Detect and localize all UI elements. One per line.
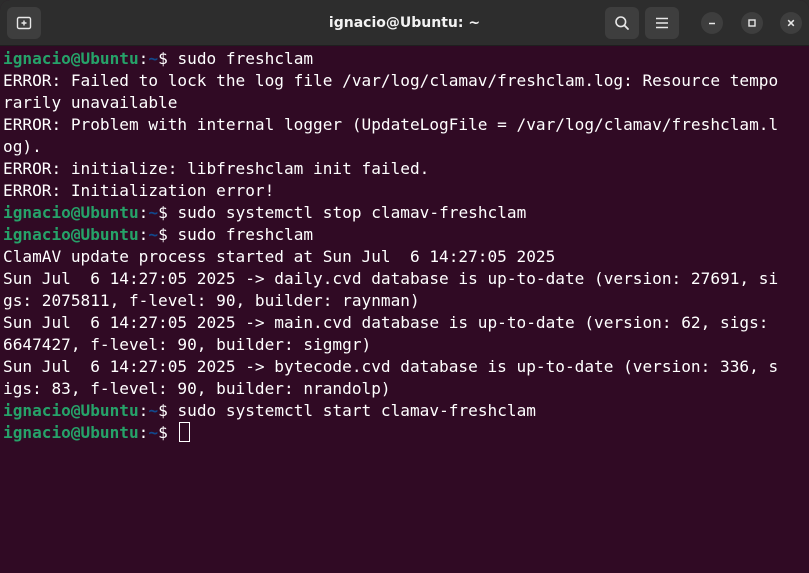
output-line: ClamAV update process started at Sun Jul… (3, 247, 556, 266)
output-line: Sun Jul 6 14:27:05 2025 -> bytecode.cvd … (3, 357, 779, 376)
output-line: igs: 83, f-level: 90, builder: nrandolp) (3, 379, 391, 398)
prompt-path: ~ (148, 203, 159, 222)
prompt-line: ignacio@Ubuntu:~$ (3, 422, 809, 444)
prompt-line: ignacio@Ubuntu:~$ sudo systemctl start c… (3, 400, 809, 422)
prompt-separator: : (138, 203, 149, 222)
prompt-line: ignacio@Ubuntu:~$ sudo freshclam (3, 224, 809, 246)
close-button[interactable] (780, 12, 802, 34)
prompt-symbol: $ (158, 49, 178, 68)
prompt-path: ~ (148, 423, 159, 442)
maximize-icon (747, 18, 757, 28)
new-tab-button[interactable] (7, 7, 41, 39)
terminal-window: ignacio@Ubuntu: ~ ignacio@Ubuntu:~$ sudo… (0, 0, 809, 573)
prompt-user-host: ignacio@Ubuntu (3, 203, 139, 222)
prompt-symbol: $ (158, 203, 178, 222)
text-cursor[interactable] (179, 422, 191, 442)
command-text: sudo freshclam (177, 49, 314, 68)
prompt-path: ~ (148, 401, 159, 420)
output-line: ERROR: Problem with internal logger (Upd… (3, 115, 779, 134)
prompt-user-host: ignacio@Ubuntu (3, 401, 139, 420)
hamburger-menu-icon (655, 17, 669, 29)
terminal-output[interactable]: ignacio@Ubuntu:~$ sudo freshclam ERROR: F… (3, 48, 809, 573)
output-line: rarily unavailable (3, 93, 178, 112)
close-icon (786, 18, 796, 28)
prompt-path: ~ (148, 49, 159, 68)
prompt-line: ignacio@Ubuntu:~$ sudo systemctl stop cl… (3, 202, 809, 224)
window-title: ignacio@Ubuntu: ~ (328, 15, 481, 31)
output-line: Sun Jul 6 14:27:05 2025 -> main.cvd data… (3, 313, 769, 332)
output-line: ERROR: Initialization error! (3, 181, 275, 200)
menu-button[interactable] (645, 7, 679, 39)
new-tab-icon (16, 15, 32, 31)
prompt-separator: : (138, 423, 149, 442)
prompt-line: ignacio@Ubuntu:~$ sudo freshclam (3, 48, 809, 70)
prompt-separator: : (138, 225, 149, 244)
prompt-separator: : (138, 401, 149, 420)
output-line: og). (3, 137, 42, 156)
output-line: gs: 2075811, f-level: 90, builder: raynm… (3, 291, 420, 310)
minimize-icon (707, 18, 717, 28)
search-icon (614, 15, 630, 31)
output-line: Sun Jul 6 14:27:05 2025 -> daily.cvd dat… (3, 269, 779, 288)
prompt-symbol: $ (158, 225, 178, 244)
search-button[interactable] (605, 7, 639, 39)
command-text: sudo systemctl stop clamav-freshclam (177, 203, 527, 222)
maximize-button[interactable] (741, 12, 763, 34)
output-line: ERROR: Failed to lock the log file /var/… (3, 71, 779, 90)
prompt-separator: : (138, 49, 149, 68)
output-line: ERROR: initialize: libfreshclam init fai… (3, 159, 430, 178)
command-text: sudo freshclam (177, 225, 314, 244)
prompt-user-host: ignacio@Ubuntu (3, 423, 139, 442)
prompt-symbol: $ (158, 423, 178, 442)
minimize-button[interactable] (701, 12, 723, 34)
command-text: sudo systemctl start clamav-freshclam (177, 401, 536, 420)
prompt-user-host: ignacio@Ubuntu (3, 49, 139, 68)
prompt-symbol: $ (158, 401, 178, 420)
output-line: 6647427, f-level: 90, builder: sigmgr) (3, 335, 372, 354)
prompt-user-host: ignacio@Ubuntu (3, 225, 139, 244)
title-bar[interactable]: ignacio@Ubuntu: ~ (0, 0, 809, 46)
prompt-path: ~ (148, 225, 159, 244)
